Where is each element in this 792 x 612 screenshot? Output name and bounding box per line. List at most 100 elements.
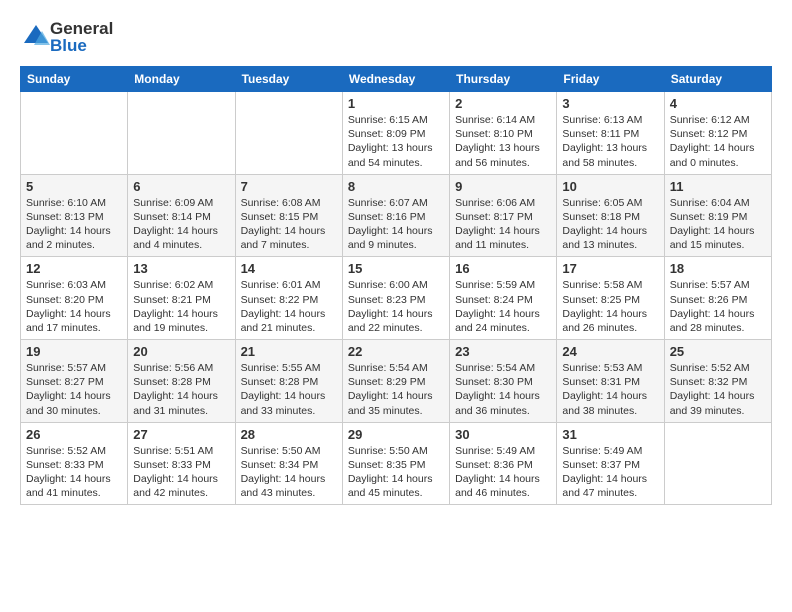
day-info-line: and 39 minutes. (670, 404, 766, 418)
day-info-line: and 41 minutes. (26, 486, 122, 500)
day-info-line: Sunset: 8:11 PM (562, 127, 658, 141)
calendar-body: 1Sunrise: 6:15 AMSunset: 8:09 PMDaylight… (21, 92, 772, 505)
day-info-line: Sunset: 8:24 PM (455, 293, 551, 307)
calendar-day-cell: 12Sunrise: 6:03 AMSunset: 8:20 PMDayligh… (21, 257, 128, 340)
day-info-line: Sunset: 8:32 PM (670, 375, 766, 389)
calendar-day-cell: 20Sunrise: 5:56 AMSunset: 8:28 PMDayligh… (128, 340, 235, 423)
day-info-line: Daylight: 14 hours (455, 389, 551, 403)
weekday-header-saturday: Saturday (664, 67, 771, 92)
day-info-line: and 11 minutes. (455, 238, 551, 252)
day-info-line: and 17 minutes. (26, 321, 122, 335)
day-number: 9 (455, 179, 551, 194)
day-info: Sunrise: 5:52 AMSunset: 8:33 PMDaylight:… (26, 444, 122, 501)
day-info-line: Daylight: 14 hours (562, 307, 658, 321)
weekday-header-friday: Friday (557, 67, 664, 92)
day-info-line: and 24 minutes. (455, 321, 551, 335)
day-info-line: and 30 minutes. (26, 404, 122, 418)
day-info-line: Sunset: 8:16 PM (348, 210, 444, 224)
day-info-line: and 9 minutes. (348, 238, 444, 252)
page: General Blue SundayMondayTuesdayWednesda… (0, 0, 792, 515)
day-info: Sunrise: 5:57 AMSunset: 8:27 PMDaylight:… (26, 361, 122, 418)
day-number: 18 (670, 261, 766, 276)
day-info: Sunrise: 5:58 AMSunset: 8:25 PMDaylight:… (562, 278, 658, 335)
calendar-week-row: 26Sunrise: 5:52 AMSunset: 8:33 PMDayligh… (21, 422, 772, 505)
calendar-day-cell: 7Sunrise: 6:08 AMSunset: 8:15 PMDaylight… (235, 174, 342, 257)
calendar-week-row: 19Sunrise: 5:57 AMSunset: 8:27 PMDayligh… (21, 340, 772, 423)
day-info-line: and 43 minutes. (241, 486, 337, 500)
logo-icon (22, 23, 50, 51)
calendar-day-cell: 15Sunrise: 6:00 AMSunset: 8:23 PMDayligh… (342, 257, 449, 340)
day-info-line: Sunrise: 5:53 AM (562, 361, 658, 375)
day-info-line: Sunrise: 6:13 AM (562, 113, 658, 127)
day-info-line: and 35 minutes. (348, 404, 444, 418)
calendar-day-cell: 9Sunrise: 6:06 AMSunset: 8:17 PMDaylight… (450, 174, 557, 257)
empty-cell (128, 92, 235, 175)
day-info: Sunrise: 5:53 AMSunset: 8:31 PMDaylight:… (562, 361, 658, 418)
day-info: Sunrise: 6:02 AMSunset: 8:21 PMDaylight:… (133, 278, 229, 335)
calendar-day-cell: 6 Sunrise: 6:09 AMSunset: 8:14 PMDaylight… (128, 174, 235, 257)
calendar-day-cell: 19Sunrise: 5:57 AMSunset: 8:27 PMDayligh… (21, 340, 128, 423)
day-info-line: Sunset: 8:31 PM (562, 375, 658, 389)
day-info-line: Daylight: 14 hours (348, 389, 444, 403)
day-info: Sunrise: 6:09 AMSunset: 8:14 PMDaylight:… (133, 196, 229, 253)
day-number: 14 (241, 261, 337, 276)
day-info: Sunrise: 6:07 AMSunset: 8:16 PMDaylight:… (348, 196, 444, 253)
day-info-line: and 28 minutes. (670, 321, 766, 335)
day-info-line: Sunset: 8:09 PM (348, 127, 444, 141)
day-info-line: and 46 minutes. (455, 486, 551, 500)
day-info-line: and 15 minutes. (670, 238, 766, 252)
day-info-line: Daylight: 14 hours (348, 307, 444, 321)
day-info-line: and 22 minutes. (348, 321, 444, 335)
weekday-header-tuesday: Tuesday (235, 67, 342, 92)
day-info-line: and 58 minutes. (562, 156, 658, 170)
day-info-line: Daylight: 14 hours (562, 224, 658, 238)
calendar-day-cell: 21 Sunrise: 5:55 AMSunset: 8:28 PMDayligh… (235, 340, 342, 423)
day-number: 12 (26, 261, 122, 276)
day-info: Sunrise: 5:50 AMSunset: 8:35 PMDaylight:… (348, 444, 444, 501)
day-info-line: Sunset: 8:29 PM (348, 375, 444, 389)
day-info-line: and 42 minutes. (133, 486, 229, 500)
day-info-line: Sunrise: 6:02 AM (133, 278, 229, 292)
day-info: Sunrise: 5:55 AMSunset: 8:28 PMDaylight:… (241, 361, 337, 418)
calendar-day-cell: 10Sunrise: 6:05 AMSunset: 8:18 PMDayligh… (557, 174, 664, 257)
day-info-line: Sunrise: 5:56 AM (133, 361, 229, 375)
day-info-line: Sunrise: 5:54 AM (348, 361, 444, 375)
calendar-week-row: 5Sunrise: 6:10 AMSunset: 8:13 PMDaylight… (21, 174, 772, 257)
day-info: Sunrise: 6:15 AMSunset: 8:09 PMDaylight:… (348, 113, 444, 170)
day-info-line: Sunrise: 6:10 AM (26, 196, 122, 210)
day-info-line: Sunrise: 5:57 AM (670, 278, 766, 292)
day-number: 21 (241, 344, 337, 359)
day-number: 6 (133, 179, 229, 194)
day-info-line: Sunset: 8:22 PM (241, 293, 337, 307)
calendar-day-cell: 22Sunrise: 5:54 AMSunset: 8:29 PMDayligh… (342, 340, 449, 423)
calendar-day-cell: 14Sunrise: 6:01 AMSunset: 8:22 PMDayligh… (235, 257, 342, 340)
day-info-line: and 13 minutes. (562, 238, 658, 252)
day-info-line: Sunrise: 6:00 AM (348, 278, 444, 292)
day-info: Sunrise: 5:56 AMSunset: 8:28 PMDaylight:… (133, 361, 229, 418)
day-info: Sunrise: 6:08 AMSunset: 8:15 PMDaylight:… (241, 196, 337, 253)
day-info-line: Daylight: 14 hours (670, 224, 766, 238)
day-info-line: Sunset: 8:37 PM (562, 458, 658, 472)
day-info-line: Sunset: 8:13 PM (26, 210, 122, 224)
empty-cell (664, 422, 771, 505)
day-number: 31 (562, 427, 658, 442)
calendar-day-cell: 11Sunrise: 6:04 AMSunset: 8:19 PMDayligh… (664, 174, 771, 257)
day-info-line: Daylight: 14 hours (133, 389, 229, 403)
day-number: 11 (670, 179, 766, 194)
day-info-line: Sunrise: 5:52 AM (26, 444, 122, 458)
weekday-header-wednesday: Wednesday (342, 67, 449, 92)
day-info-line: Sunrise: 6:08 AM (241, 196, 337, 210)
day-info-line: Daylight: 14 hours (26, 389, 122, 403)
day-info-line: Sunrise: 6:01 AM (241, 278, 337, 292)
day-info-line: Sunset: 8:33 PM (26, 458, 122, 472)
calendar-day-cell: 3Sunrise: 6:13 AMSunset: 8:11 PMDaylight… (557, 92, 664, 175)
calendar-day-cell: 16Sunrise: 5:59 AMSunset: 8:24 PMDayligh… (450, 257, 557, 340)
day-info-line: Sunrise: 6:09 AM (133, 196, 229, 210)
day-info-line: and 45 minutes. (348, 486, 444, 500)
weekday-header-row: SundayMondayTuesdayWednesdayThursdayFrid… (21, 67, 772, 92)
empty-cell (235, 92, 342, 175)
day-info: Sunrise: 5:49 AMSunset: 8:36 PMDaylight:… (455, 444, 551, 501)
calendar-day-cell: 27Sunrise: 5:51 AMSunset: 8:33 PMDayligh… (128, 422, 235, 505)
day-info-line: Sunrise: 5:57 AM (26, 361, 122, 375)
day-info-line: Daylight: 14 hours (670, 389, 766, 403)
